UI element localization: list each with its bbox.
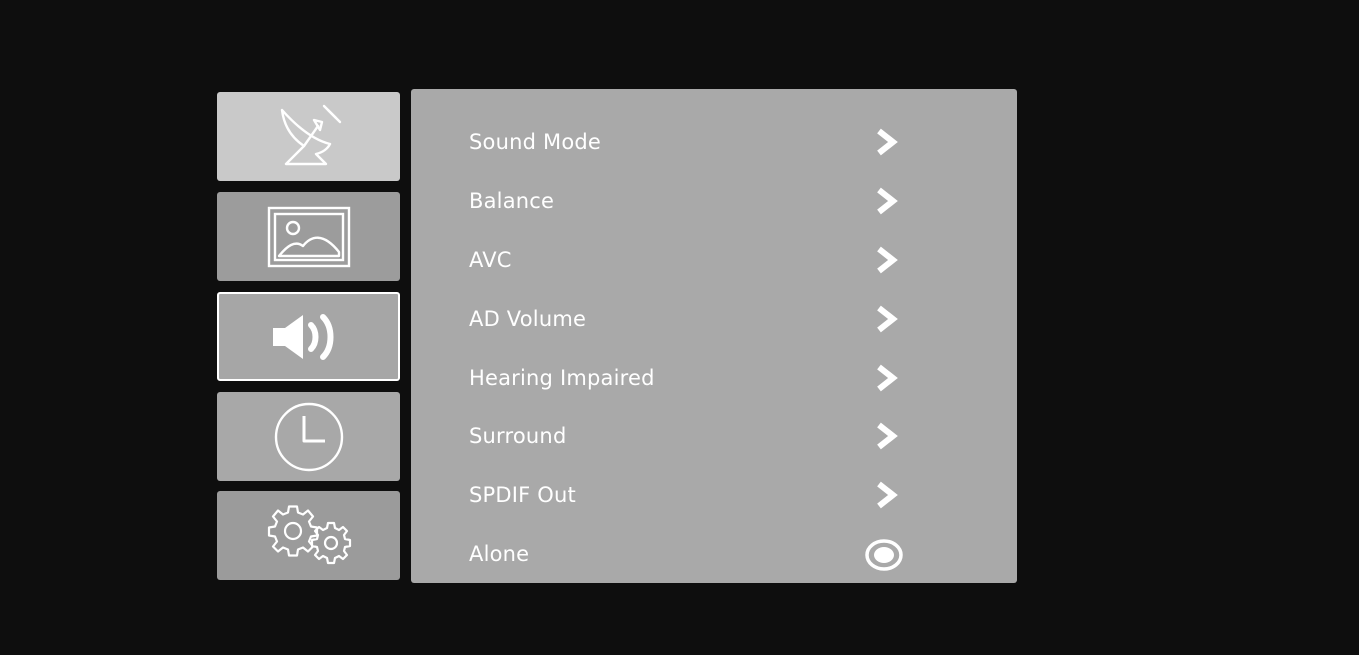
tab-time[interactable]: [217, 392, 400, 481]
chevron-right-icon: [877, 481, 898, 509]
menu-item-alone[interactable]: Alone: [411, 534, 1017, 574]
chevron-right-icon: [877, 422, 898, 450]
menu-item-label: Hearing Impaired: [469, 366, 655, 390]
chevron-right-icon: [877, 187, 898, 215]
clock-icon: [274, 402, 343, 471]
menu-item-hearing-impaired[interactable]: Hearing Impaired: [411, 358, 1017, 398]
satellite-dish-icon: [280, 104, 341, 165]
tv-menu-screen: Sound Mode Balance AVC AD Volume Hearing…: [0, 0, 1359, 655]
menu-item-label: AD Volume: [469, 307, 587, 331]
menu-item-label: AVC: [469, 248, 512, 272]
menu-item-balance[interactable]: Balance: [411, 181, 1017, 221]
menu-item-label: Balance: [469, 189, 555, 213]
menu-item-sound-mode[interactable]: Sound Mode: [411, 122, 1017, 162]
tab-settings[interactable]: [217, 491, 400, 580]
picture-icon: [267, 206, 350, 267]
menu-item-label: Alone: [469, 542, 530, 566]
menu-item-ad-volume[interactable]: AD Volume: [411, 299, 1017, 339]
tab-picture[interactable]: [217, 192, 400, 281]
menu-item-avc[interactable]: AVC: [411, 240, 1017, 280]
chevron-right-icon: [877, 305, 898, 333]
sound-menu-panel: Sound Mode Balance AVC AD Volume Hearing…: [411, 89, 1017, 583]
speaker-volume-icon: [272, 313, 333, 360]
menu-item-label: Surround: [469, 424, 567, 448]
tab-sound[interactable]: [217, 292, 400, 381]
gears-icon: [267, 504, 351, 564]
radio-selected-icon[interactable]: [864, 539, 904, 571]
chevron-right-icon: [877, 246, 898, 274]
chevron-right-icon: [877, 128, 898, 156]
menu-item-spdif-out[interactable]: SPDIF Out: [411, 475, 1017, 515]
tab-channel[interactable]: [217, 92, 400, 181]
chevron-right-icon: [877, 364, 898, 392]
menu-item-label: SPDIF Out: [469, 483, 576, 507]
menu-item-surround[interactable]: Surround: [411, 416, 1017, 456]
menu-item-label: Sound Mode: [469, 130, 602, 154]
